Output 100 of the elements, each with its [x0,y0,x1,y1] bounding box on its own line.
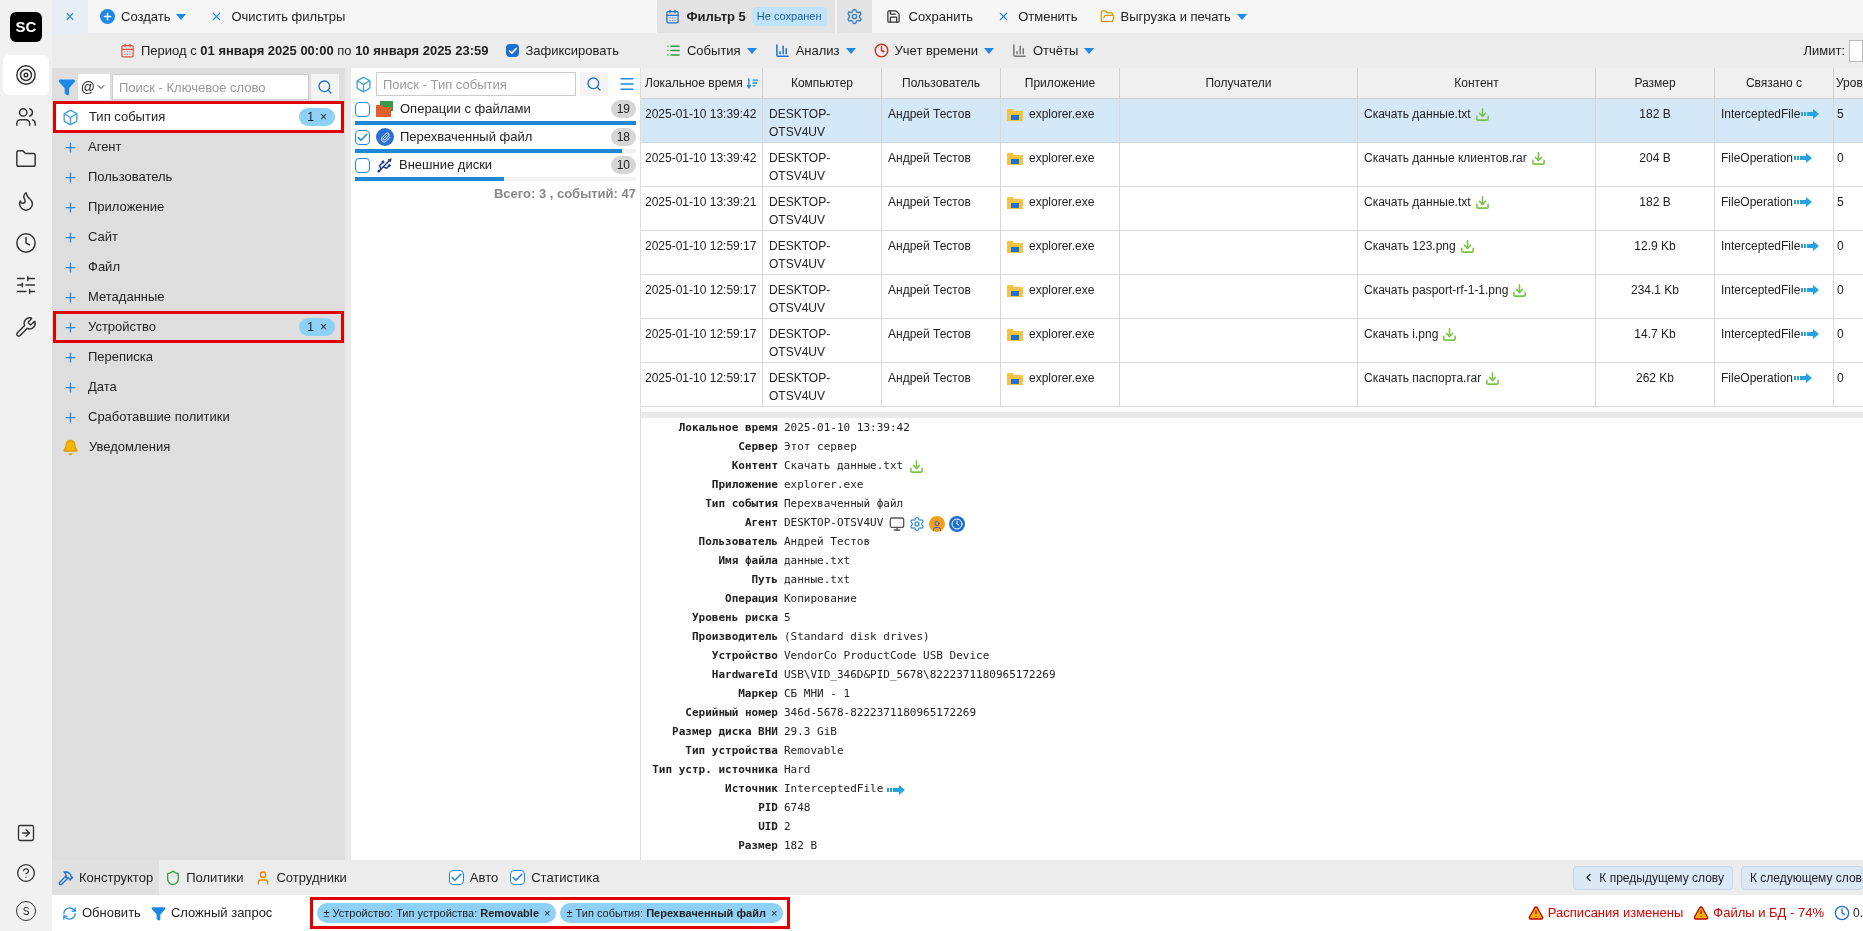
checkbox[interactable] [448,870,464,885]
next-word-button[interactable]: К следующему слов [1740,865,1863,890]
arrow-icon[interactable] [1801,329,1820,339]
table-row[interactable]: 2025-01-10 12:59:17 DESKTOP-OTSV4UV Андрей Тестов explorer.exe Скачать паспорта.rar 262 Kb FileOperation 0 [641,363,1863,407]
arrow-icon[interactable] [1794,153,1813,163]
create-button[interactable]: Создать [88,6,199,27]
count-badge[interactable]: 1 × [299,318,335,336]
column-header[interactable]: Контент [1358,68,1596,98]
limit-field[interactable] [1849,39,1863,62]
detail-label: Уровень риска [690,610,779,627]
detail-value: (Standard disk drives) [784,629,930,646]
filter-item[interactable]: Сработавшие политики [54,402,343,432]
table-row[interactable]: 2025-01-10 12:59:17 DESKTOP-OTSV4UV Андрей Тестов explorer.exe Скачать i.png 14.7 Kb InterceptedFile 0 [641,319,1863,363]
checkbox[interactable] [510,870,526,885]
column-header[interactable]: Получатели [1120,68,1358,98]
warning-text[interactable]: Расписания изменены [1547,903,1684,923]
search-button[interactable] [580,72,608,96]
plus-icon [63,379,78,395]
column-header[interactable]: Компьютер [763,68,882,98]
menu-icon[interactable] [618,75,636,93]
nav-button[interactable] [3,55,49,95]
download-icon[interactable] [1485,370,1501,386]
export-button[interactable]: Выгрузка и печать [1087,6,1259,27]
filter-item[interactable]: Пользователь [54,162,343,192]
column-header[interactable]: Связано с [1715,68,1834,98]
filter-item[interactable]: Переписка [54,342,343,372]
filter-item[interactable]: Метаданные [54,282,343,312]
exit-icon[interactable] [16,823,36,843]
save-button[interactable]: Сохранить [871,6,988,27]
help-icon[interactable] [16,863,36,883]
filter-item[interactable]: Приложение [54,192,343,222]
filter-chip[interactable]: ± Устройство: Тип устройства: Removable × [317,903,557,923]
complex-query-button[interactable]: Сложный запрос [150,903,273,923]
period-text[interactable]: Период с 01 января 2025 00:00 по 10 января 2025 23:59 [141,40,489,61]
bottom-tab[interactable]: Конструктор [52,860,160,895]
arrow-icon[interactable] [1794,197,1813,207]
filter-item[interactable]: Тип события 1 × [54,102,343,132]
download-icon[interactable] [909,459,925,474]
download-icon[interactable] [1442,326,1458,342]
clear-filters-button[interactable]: Очистить фильтры [198,6,358,27]
refresh-button[interactable]: Обновить [62,903,141,923]
monitor-icon[interactable] [889,515,906,532]
table-row[interactable]: 2025-01-10 12:59:17 DESKTOP-OTSV4UV Андрей Тестов explorer.exe Скачать pasport-rf-1-1.png 234.1 Kb InterceptedFile 0 [641,275,1863,319]
detail-value: 346d-5678-8222371180965172269 [784,705,977,722]
download-icon[interactable] [1530,150,1546,166]
count-badge[interactable]: 1 × [299,108,335,126]
column-header[interactable]: Размер [1596,68,1715,98]
filter-chip[interactable]: ± Тип события: Перехваченный файл × [560,903,784,923]
column-header[interactable]: Уров [1834,68,1863,98]
checkbox[interactable] [355,101,370,117]
bottom-tab[interactable]: Сотрудники [249,860,353,895]
settings-button[interactable] [836,0,872,33]
search-button[interactable] [311,74,339,100]
filter-item[interactable]: Уведомления [54,432,343,462]
menu-button[interactable]: Отчёты [1004,40,1102,61]
calendar-icon[interactable] [120,43,135,58]
arrow-icon[interactable] [1801,109,1820,119]
filter-item[interactable]: Дата [54,372,343,402]
arrow-icon[interactable] [887,784,906,795]
user-icon[interactable] [929,515,946,532]
cancel-button[interactable]: Отменить [987,6,1088,27]
column-header[interactable]: Приложение [1001,68,1120,98]
previous-word-button[interactable]: К предыдущему слову [1573,865,1733,890]
checkbox[interactable] [506,44,520,57]
menu-button[interactable]: События [659,40,764,61]
arrow-icon[interactable] [1801,285,1820,295]
bottom-tab[interactable]: Политики [159,860,250,895]
filter-item[interactable]: Файл [54,252,343,282]
menu-button[interactable]: Учет времени [866,40,1001,61]
event-type-label[interactable]: Внешние диски [399,155,605,175]
download-icon[interactable] [1474,194,1490,210]
search-field[interactable]: Поиск - Ключевое слово [111,74,310,100]
warning-text[interactable]: Файлы и БД - 74% [1713,903,1824,923]
event-type-label[interactable]: Операции с файлами [400,99,605,119]
column-header[interactable]: Пользователь [882,68,1001,98]
filter-item[interactable]: Устройство 1 × [54,312,343,342]
clock-icon[interactable] [949,515,966,532]
checkbox[interactable] [355,157,370,173]
gear-icon[interactable] [909,515,926,532]
event-type-label[interactable]: Перехваченный файл [400,127,605,147]
download-icon[interactable] [1512,282,1528,298]
mode-dropdown[interactable]: @ [77,74,110,100]
detail-value: СБ МНИ - 1 [784,686,851,703]
checkbox[interactable] [355,129,370,145]
arrow-icon[interactable] [1801,241,1820,251]
filter-item[interactable]: Агент [54,132,343,162]
filter-item[interactable]: Сайт [54,222,343,252]
plus-icon [63,139,78,155]
table-row[interactable]: 2025-01-10 13:39:42 DESKTOP-OTSV4UV Андрей Тестов explorer.exe Скачать данные.txt 182 B InterceptedFile 5 [641,99,1863,143]
table-cell: 0 [1837,327,1844,341]
detail-label: Тип устр. источника [651,762,779,779]
table-row[interactable]: 2025-01-10 12:59:17 DESKTOP-OTSV4UV Андрей Тестов explorer.exe Скачать 123.png 12.9 Kb InterceptedFile 0 [641,231,1863,275]
table-row[interactable]: 2025-01-10 13:39:21 DESKTOP-OTSV4UV Андрей Тестов explorer.exe Скачать данные.txt 182 B FileOperation 5 [641,187,1863,231]
download-icon[interactable] [1459,238,1475,254]
column-header[interactable]: Локальное время [641,68,763,98]
arrow-icon[interactable] [1794,373,1813,383]
menu-button[interactable]: Анализ [767,40,863,61]
search-field[interactable]: Поиск - Тип события [376,72,576,96]
table-row[interactable]: 2025-01-10 13:39:42 DESKTOP-OTSV4UV Андрей Тестов explorer.exe Скачать данные клиентов.rar 204 B FileOperation 0 [641,143,1863,187]
filter-tab[interactable]: Фильтр 5 Не сохранен [657,0,835,33]
